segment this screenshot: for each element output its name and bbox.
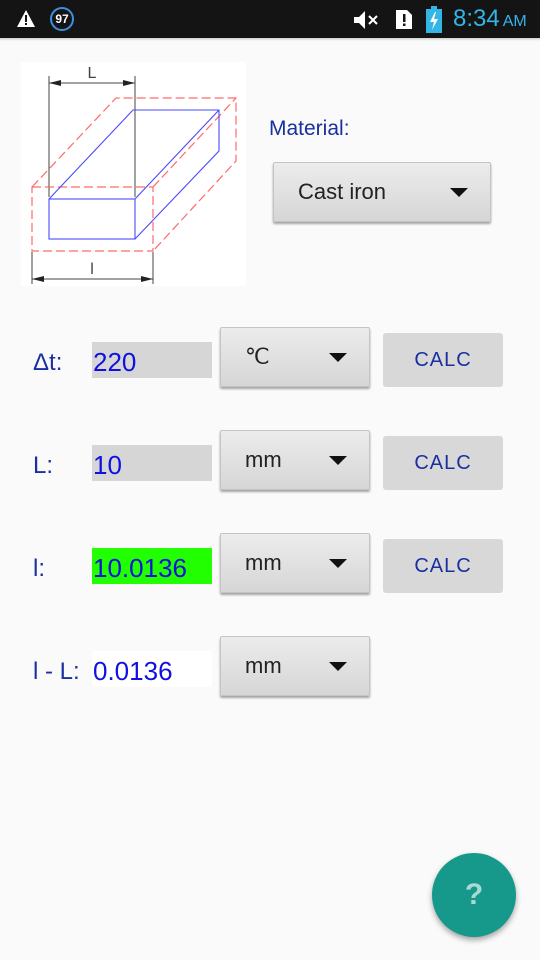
- chevron-down-icon: [450, 188, 468, 197]
- length-L-unit: mm: [245, 447, 282, 472]
- diagram-label-L: L: [88, 65, 97, 82]
- chevron-down-icon: [329, 662, 347, 671]
- chevron-down-icon: [329, 353, 347, 362]
- sim-alert-icon: [396, 10, 412, 29]
- material-spinner[interactable]: Cast iron: [273, 162, 491, 222]
- difference-output: 0.0136: [92, 651, 212, 687]
- material-selected: Cast iron: [298, 179, 387, 204]
- warning-icon: [17, 10, 35, 27]
- length-l-input[interactable]: 10.0136: [92, 548, 212, 584]
- help-icon: ?: [464, 878, 484, 911]
- chevron-down-icon: [329, 559, 347, 568]
- clock: 8:34 AM: [453, 5, 527, 33]
- status-bar: 97 8:34 AM: [0, 0, 540, 41]
- length-l-unit-spinner[interactable]: mm: [220, 533, 370, 593]
- chevron-down-icon: [329, 456, 347, 465]
- clock-ampm: AM: [502, 13, 527, 30]
- length-L-unit-spinner[interactable]: mm: [220, 430, 370, 490]
- length-L-label: L:: [33, 452, 54, 479]
- difference-unit-spinner[interactable]: mm: [220, 636, 370, 696]
- diagram-label-l: l: [90, 261, 94, 278]
- delta-t-label: Δt:: [33, 349, 63, 376]
- length-l-unit: mm: [245, 550, 282, 575]
- calc-length-L-button[interactable]: CALC: [383, 436, 503, 490]
- battery-charging-icon: [426, 6, 442, 33]
- notification-badge: 97: [50, 7, 74, 31]
- delta-t-input[interactable]: 220: [92, 342, 212, 378]
- calc-delta-t-button[interactable]: CALC: [383, 333, 503, 387]
- length-l-label: l:: [33, 555, 45, 582]
- difference-unit: mm: [245, 653, 282, 678]
- material-label: Material:: [269, 117, 350, 140]
- mute-icon: [354, 11, 378, 29]
- thermal-expansion-diagram: L l: [21, 62, 246, 286]
- delta-t-unit: ℃: [245, 344, 270, 369]
- difference-label: l - L:: [33, 658, 80, 685]
- clock-time: 8:34: [453, 5, 500, 32]
- delta-t-unit-spinner[interactable]: ℃: [220, 327, 370, 387]
- help-button[interactable]: ?: [432, 853, 516, 937]
- calc-length-l-button[interactable]: CALC: [383, 539, 503, 593]
- status-bar-shadow: [0, 38, 540, 41]
- length-L-input[interactable]: 10: [92, 445, 212, 481]
